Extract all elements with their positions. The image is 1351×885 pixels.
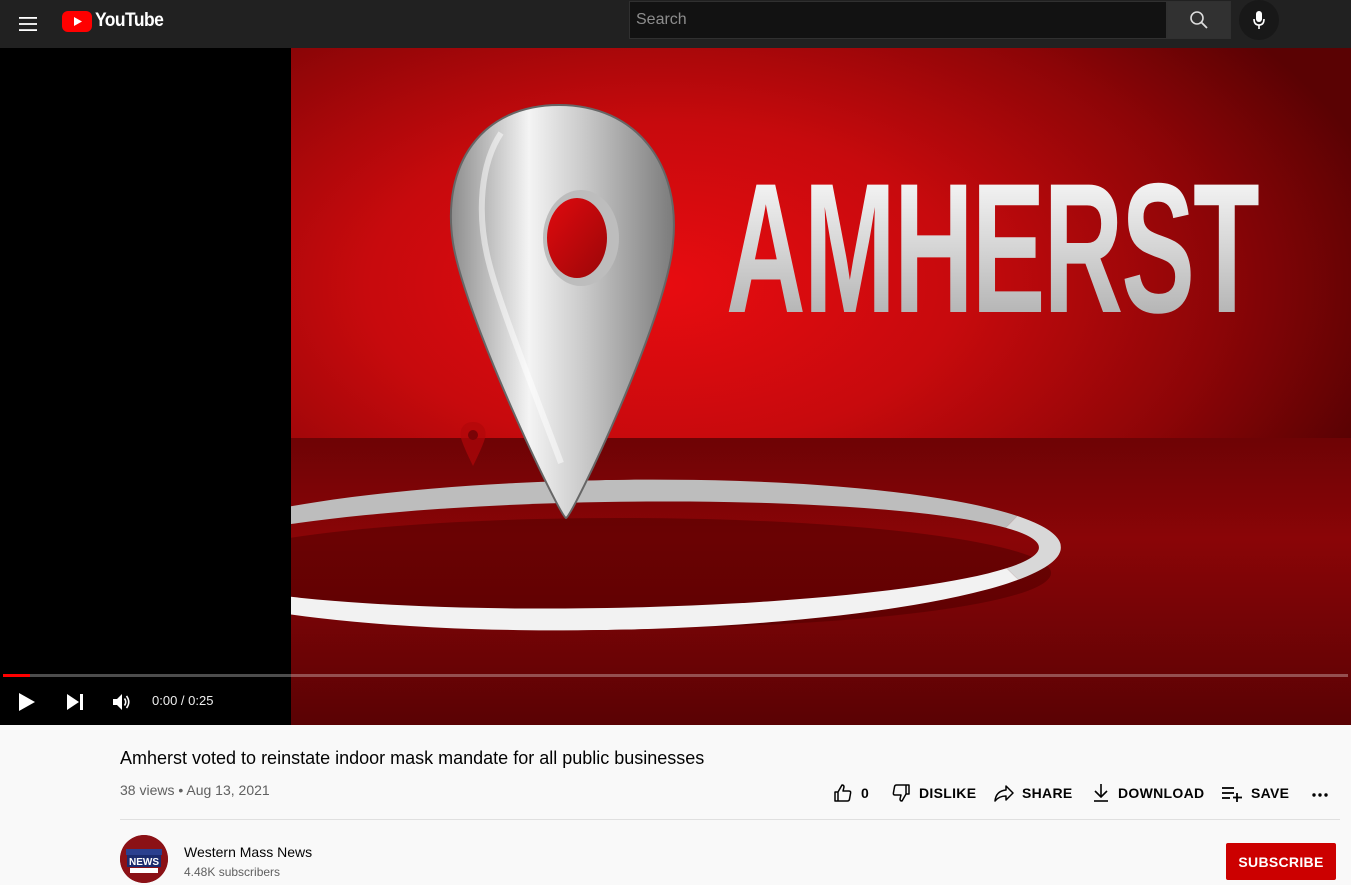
video-info: Amherst voted to reinstate indoor mask m… bbox=[0, 725, 1351, 885]
subscriber-count: 4.48K subscribers bbox=[184, 865, 281, 879]
search-box bbox=[629, 1, 1167, 39]
channel-avatar[interactable]: NEWS bbox=[120, 835, 168, 883]
channel-name[interactable]: Western Mass News bbox=[184, 844, 312, 860]
search-icon bbox=[1190, 11, 1208, 29]
progress-bar[interactable] bbox=[3, 674, 1348, 677]
youtube-logo-icon bbox=[62, 10, 92, 32]
dislike-button[interactable]: DISLIKE bbox=[891, 781, 976, 805]
save-button[interactable]: SAVE bbox=[1221, 781, 1289, 805]
next-icon bbox=[67, 694, 83, 710]
masthead: YouTube bbox=[0, 0, 1351, 48]
next-button[interactable] bbox=[57, 684, 93, 720]
download-icon bbox=[1094, 784, 1108, 802]
share-button[interactable]: SHARE bbox=[994, 781, 1073, 805]
video-title: Amherst voted to reinstate indoor mask m… bbox=[120, 748, 705, 768]
voice-search-button[interactable] bbox=[1239, 0, 1279, 40]
map-pin-icon bbox=[449, 103, 675, 520]
youtube-logo[interactable]: YouTube bbox=[62, 10, 169, 32]
more-actions-button[interactable] bbox=[1310, 781, 1338, 805]
view-count-date: 38 views • Aug 13, 2021 bbox=[120, 782, 270, 798]
search-input[interactable] bbox=[630, 2, 1166, 38]
share-label: SHARE bbox=[1022, 785, 1073, 801]
logo-text: YouTube bbox=[95, 10, 164, 31]
thumbs-down-icon bbox=[892, 784, 910, 802]
microphone-icon bbox=[1253, 11, 1265, 29]
save-label: SAVE bbox=[1251, 785, 1290, 801]
divider bbox=[120, 819, 1340, 820]
volume-icon bbox=[113, 694, 130, 710]
time-display: 0:00 / 0:25 bbox=[152, 693, 214, 708]
avatar-text: NEWS bbox=[129, 857, 159, 868]
share-icon bbox=[994, 785, 1014, 802]
download-button[interactable]: DOWNLOAD bbox=[1092, 781, 1204, 805]
progress-fill bbox=[3, 674, 30, 677]
play-button[interactable] bbox=[9, 684, 45, 720]
menu-button[interactable] bbox=[8, 4, 48, 44]
playlist-add-icon bbox=[1222, 787, 1242, 802]
video-player[interactable]: AMHERST 0:00 / 0:25 bbox=[0, 48, 1351, 725]
volume-button[interactable] bbox=[104, 684, 140, 720]
frame-title-text: AMHERST bbox=[726, 144, 1260, 352]
like-count: 0 bbox=[861, 785, 870, 801]
play-icon bbox=[19, 693, 35, 711]
like-button[interactable]: 0 bbox=[833, 781, 869, 805]
more-icon bbox=[1312, 793, 1328, 797]
channel-logo-icon: NEWS bbox=[120, 835, 168, 883]
subscribe-button[interactable]: SUBSCRIBE bbox=[1226, 843, 1336, 880]
download-label: DOWNLOAD bbox=[1118, 785, 1205, 801]
search-button[interactable] bbox=[1167, 1, 1231, 39]
menu-icon bbox=[19, 17, 37, 31]
dislike-label: DISLIKE bbox=[919, 785, 977, 801]
player-controls: 0:00 / 0:25 bbox=[0, 680, 1351, 725]
video-frame[interactable]: AMHERST bbox=[291, 48, 1351, 725]
thumbs-up-icon bbox=[834, 784, 852, 802]
